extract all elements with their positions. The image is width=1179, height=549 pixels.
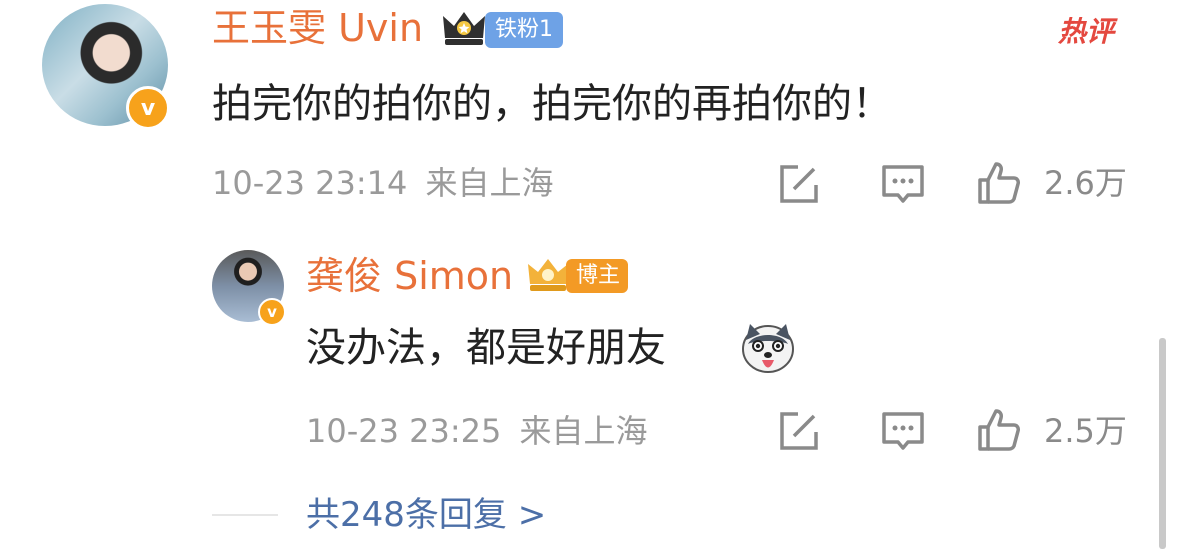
reply-timestamp: 10-23 23:25	[306, 412, 502, 450]
comment-meta: 10-23 23:14 来自上海	[212, 162, 554, 204]
comment-like-count: 2.6万	[1044, 164, 1127, 202]
gold-crown-icon	[528, 259, 568, 291]
commenter-username[interactable]: 王玉雯 Uvin	[212, 4, 423, 52]
comment-timestamp: 10-23 23:14	[212, 164, 408, 202]
verified-badge: v	[258, 298, 286, 326]
husky-emoji-icon	[742, 324, 794, 373]
reply-like-count: 2.5万	[1044, 412, 1127, 450]
view-more-replies-link[interactable]: 共248条回复 >	[306, 493, 546, 537]
reply-location: 来自上海	[519, 412, 648, 450]
repost-icon[interactable]	[776, 161, 822, 207]
scrollbar[interactable]	[1159, 338, 1166, 549]
blogger-badge: 博主	[566, 259, 629, 293]
reply-text-content: 没办法，都是好朋友	[306, 325, 666, 371]
reply-text: 没办法，都是好朋友	[306, 322, 666, 374]
reply-meta: 10-23 23:25 来自上海	[306, 410, 648, 452]
like-icon[interactable]	[976, 407, 1022, 453]
fan-level-badge: 铁粉1	[485, 12, 563, 48]
like-icon[interactable]	[976, 160, 1022, 206]
crown-icon	[443, 12, 485, 45]
comment-location: 来自上海	[425, 164, 554, 202]
reply-username[interactable]: 龚俊 Simon	[306, 252, 513, 300]
comment-icon[interactable]	[880, 408, 926, 454]
repost-icon[interactable]	[776, 408, 822, 454]
comment-icon[interactable]	[880, 161, 926, 207]
divider	[212, 514, 278, 516]
hot-comment-label: 热评	[1058, 15, 1115, 48]
verified-badge: v	[126, 86, 170, 130]
comment-text: 拍完你的拍你的，拍完你的再拍你的！	[212, 81, 892, 127]
